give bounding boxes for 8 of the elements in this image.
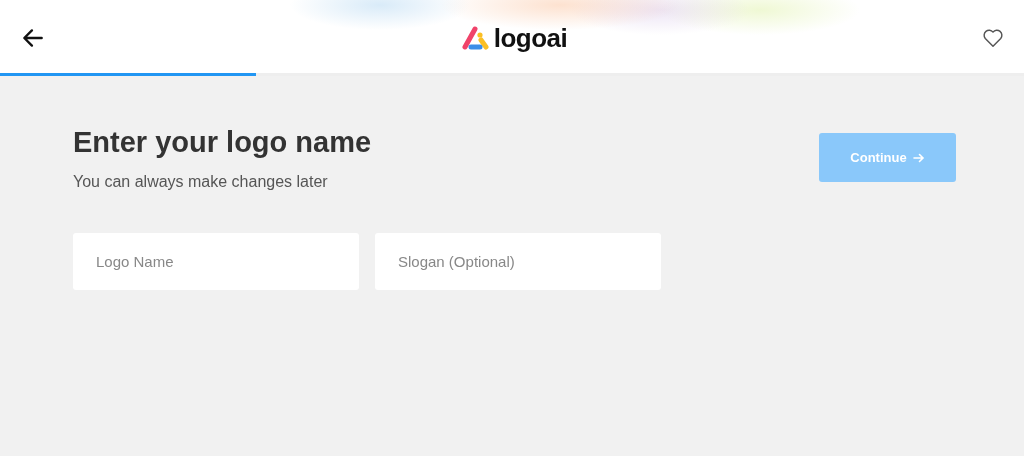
arrow-icon: [912, 151, 925, 164]
text-field[interactable]: Slogan (Optional): [375, 233, 661, 290]
logo-icon: [460, 25, 491, 51]
page-heading: Enter your logo name: [73, 126, 372, 159]
text-field[interactable]: Logo Name: [73, 233, 359, 290]
page-subheading: You can always make changes later: [73, 173, 329, 191]
logo-text: logoai: [493, 22, 568, 54]
heart-icon[interactable]: [982, 28, 1004, 48]
